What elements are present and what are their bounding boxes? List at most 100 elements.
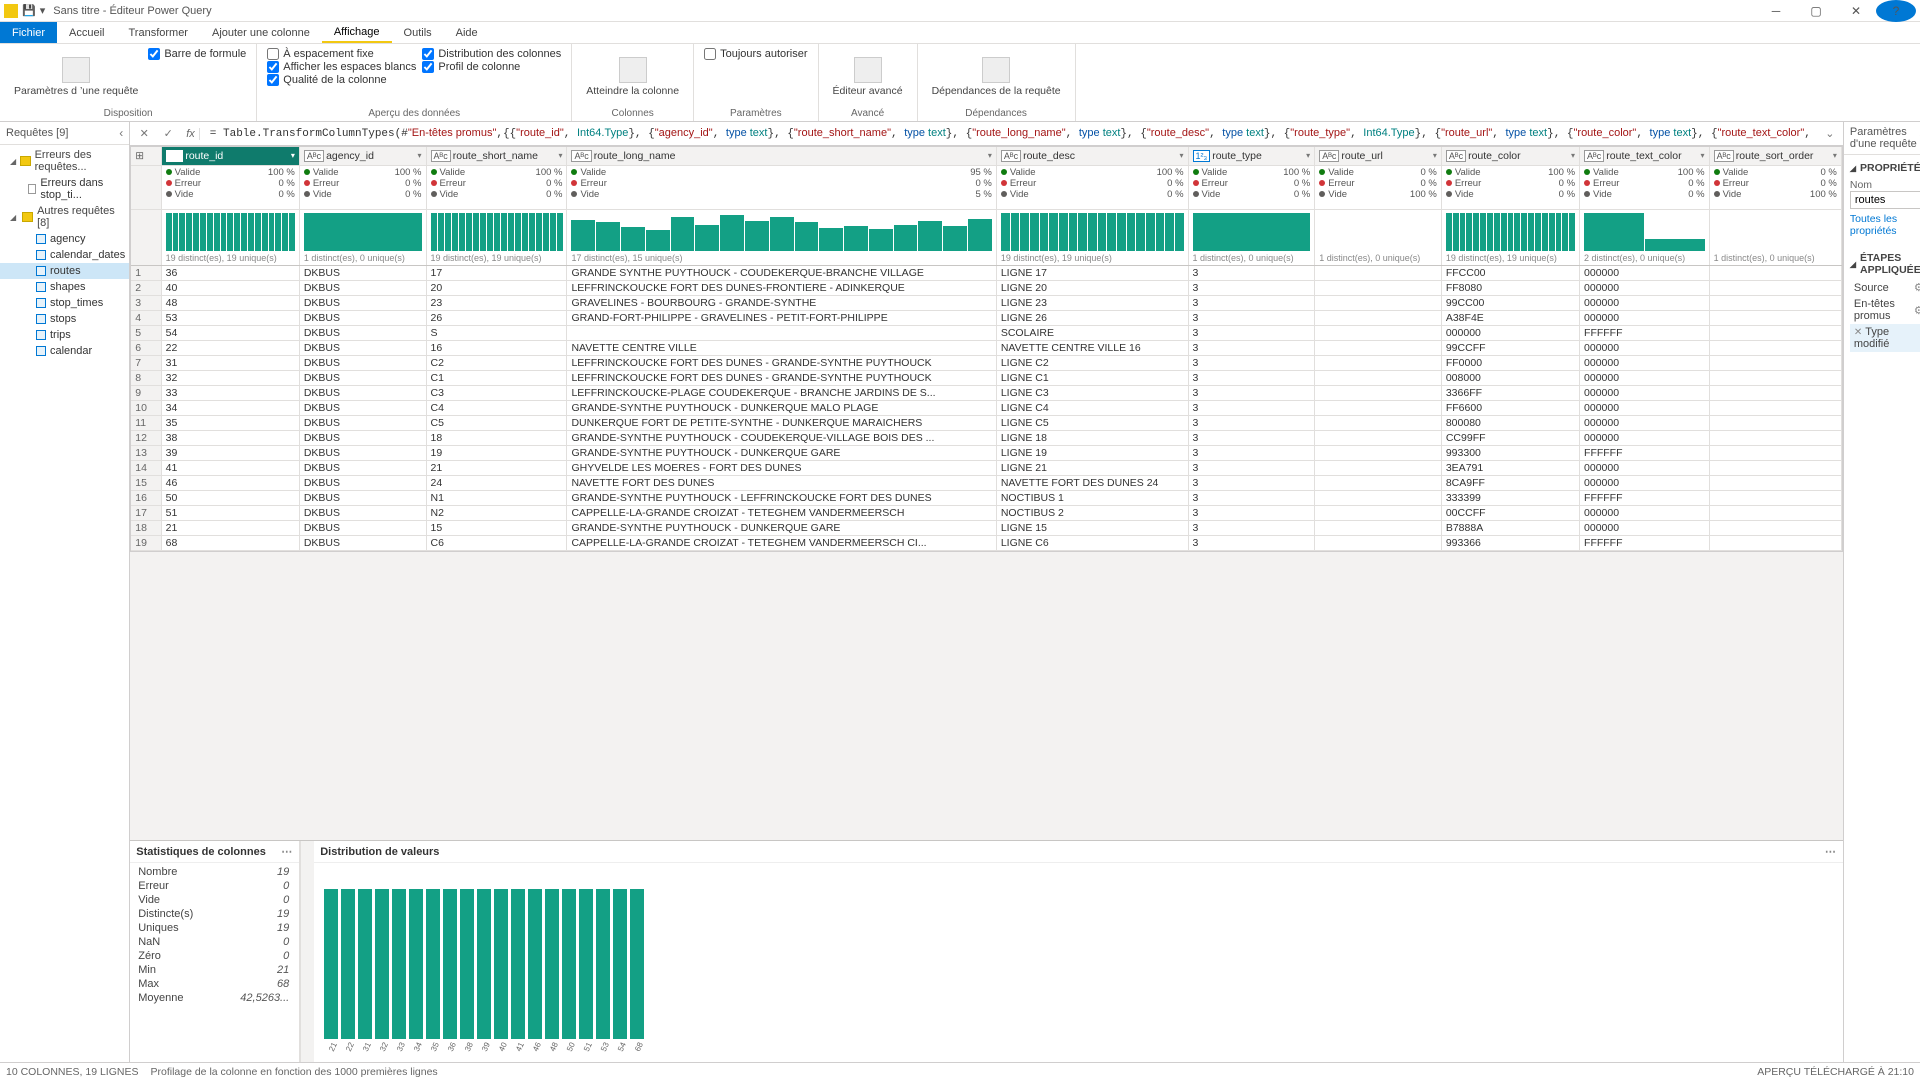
table-row[interactable]: 933DKBUSC3LEFFRINCKOUCKE-PLAGE COUDEKERQ… xyxy=(131,385,1841,400)
query-item-routes[interactable]: routes xyxy=(0,263,129,279)
distribution-cell: 17 distinct(es), 15 unique(s) xyxy=(567,209,996,265)
stats-scrollbar[interactable] xyxy=(300,841,314,1062)
cancel-formula-icon[interactable]: ✕ xyxy=(134,125,154,143)
monospace-checkbox[interactable]: À espacement fixe xyxy=(267,48,416,60)
qat-dropdown-icon[interactable]: ▾ xyxy=(40,4,46,17)
table-row[interactable]: 1339DKBUS19GRANDE-SYNTHE PUYTHOUCK - DUN… xyxy=(131,445,1841,460)
distribution-bar: 41 xyxy=(511,889,525,1058)
column-header-route_color[interactable]: Aᴮcroute_color▾ xyxy=(1441,147,1579,165)
table-row[interactable]: 1238DKBUS18GRANDE-SYNTHE PUYTHOUCK - COU… xyxy=(131,430,1841,445)
minimize-button[interactable]: ─ xyxy=(1756,0,1796,22)
distribution-cell: 1 distinct(es), 0 unique(s) xyxy=(1315,209,1442,265)
tab-accueil[interactable]: Accueil xyxy=(57,22,116,43)
table-row[interactable]: 1751DKBUSN2CAPPELLE-LA-GRANDE CROIZAT - … xyxy=(131,505,1841,520)
query-item-stops[interactable]: stops xyxy=(0,311,129,327)
save-icon[interactable]: 💾 xyxy=(22,4,36,17)
table-row[interactable]: 554DKBUSSSCOLAIRE3000000FFFFFF xyxy=(131,325,1841,340)
column-header-route_short_name[interactable]: Aᴮcroute_short_name▾ xyxy=(426,147,567,165)
query-settings-button[interactable]: Paramètres d ’une requête xyxy=(10,48,142,106)
data-grid[interactable]: ⊞1²₃route_id▾Aᴮcagency_id▾Aᴮcroute_short… xyxy=(130,146,1843,552)
table-row[interactable]: 453DKBUS26GRAND-FORT-PHILIPPE - GRAVELIN… xyxy=(131,310,1841,325)
table-corner[interactable]: ⊞ xyxy=(131,147,161,165)
queries-folder[interactable]: ◢Erreurs des requêtes... xyxy=(0,147,129,175)
queries-panel: Requêtes [9] ‹ ◢Erreurs des requêtes...E… xyxy=(0,122,130,1062)
whitespace-checkbox[interactable]: Afficher les espaces blancs xyxy=(267,61,416,73)
column-profile-checkbox[interactable]: Profil de colonne xyxy=(422,61,561,73)
distribution-menu-icon[interactable]: ⋯ xyxy=(1825,845,1837,858)
status-profiling[interactable]: Profilage de la colonne en fonction des … xyxy=(150,1066,437,1078)
distribution-bar: 68 xyxy=(630,889,644,1058)
advanced-editor-label: Éditeur avancé xyxy=(833,85,903,97)
column-header-route_url[interactable]: Aᴮcroute_url▾ xyxy=(1315,147,1442,165)
column-header-route_desc[interactable]: Aᴮcroute_desc▾ xyxy=(996,147,1188,165)
stat-row: Min21 xyxy=(130,963,299,977)
query-item-agency[interactable]: agency xyxy=(0,231,129,247)
distribution-cell: 1 distinct(es), 0 unique(s) xyxy=(299,209,426,265)
group-columns-label: Colonnes xyxy=(582,106,683,119)
queries-folder[interactable]: ◢Autres requêtes [8] xyxy=(0,203,129,231)
table-row[interactable]: 348DKBUS23GRAVELINES - BOURBOURG - GRAND… xyxy=(131,295,1841,310)
goto-column-button[interactable]: Atteindre la colonne xyxy=(582,48,683,106)
column-header-route_sort_order[interactable]: Aᴮcroute_sort_order▾ xyxy=(1709,147,1841,165)
expand-formula-icon[interactable]: ⌄ xyxy=(1821,127,1839,140)
help-icon[interactable]: ? xyxy=(1876,0,1916,22)
query-name-input[interactable] xyxy=(1850,191,1920,209)
table-row[interactable]: 240DKBUS20LEFFRINCKOUCKE FORT DES DUNES-… xyxy=(131,280,1841,295)
stat-row: Nombre19 xyxy=(130,865,299,879)
queries-header: Requêtes [9] ‹ xyxy=(0,122,129,145)
tab-ajouter-une-colonne[interactable]: Ajouter une colonne xyxy=(200,22,322,43)
table-row[interactable]: 832DKBUSC1LEFFRINCKOUCKE FORT DES DUNES … xyxy=(131,370,1841,385)
column-header-agency_id[interactable]: Aᴮcagency_id▾ xyxy=(299,147,426,165)
column-header-route_text_color[interactable]: Aᴮcroute_text_color▾ xyxy=(1580,147,1710,165)
stats-title: Statistiques de colonnes xyxy=(136,846,266,858)
always-allow-checkbox[interactable]: Toujours autoriser xyxy=(704,48,807,60)
queries-title: Requêtes [9] xyxy=(6,127,68,139)
distribution-bar: 50 xyxy=(562,889,576,1058)
stats-menu-icon[interactable]: ⋯ xyxy=(281,845,293,858)
table-row[interactable]: 136DKBUS17GRANDE SYNTHE PUYTHOUCK - COUD… xyxy=(131,265,1841,280)
table-row[interactable]: 1821DKBUS15GRANDE-SYNTHE PUYTHOUCK - DUN… xyxy=(131,520,1841,535)
query-item-calendar[interactable]: calendar xyxy=(0,343,129,359)
column-quality-checkbox[interactable]: Qualité de la colonne xyxy=(267,74,416,86)
tab-fichier[interactable]: Fichier xyxy=(0,22,57,43)
group-advanced-label: Avancé xyxy=(829,106,907,119)
column-header-route_long_name[interactable]: Aᴮcroute_long_name▾ xyxy=(567,147,996,165)
query-item-stop_times[interactable]: stop_times xyxy=(0,295,129,311)
table-row[interactable]: 731DKBUSC2LEFFRINCKOUCKE FORT DES DUNES … xyxy=(131,355,1841,370)
query-item-shapes[interactable]: shapes xyxy=(0,279,129,295)
table-row[interactable]: 1135DKBUSC5DUNKERQUE FORT DE PETITE-SYNT… xyxy=(131,415,1841,430)
maximize-button[interactable]: ▢ xyxy=(1796,0,1836,22)
distribution-cell: 2 distinct(es), 0 unique(s) xyxy=(1580,209,1710,265)
tab-transformer[interactable]: Transformer xyxy=(116,22,200,43)
all-properties-link[interactable]: Toutes les propriétés xyxy=(1850,209,1920,241)
table-row[interactable]: 1650DKBUSN1GRANDE-SYNTHE PUYTHOUCK - LEF… xyxy=(131,490,1841,505)
query-item-calendar_dates[interactable]: calendar_dates xyxy=(0,247,129,263)
collapse-queries-icon[interactable]: ‹ xyxy=(119,126,123,140)
applied-step[interactable]: En-têtes promus⚙ xyxy=(1850,296,1920,324)
query-item-trips[interactable]: trips xyxy=(0,327,129,343)
quality-cell: Valide100 %Erreur0 %Vide0 % xyxy=(426,165,567,209)
query-item-erreurs dans stop_ti...[interactable]: Erreurs dans stop_ti... xyxy=(0,175,129,203)
tab-outils[interactable]: Outils xyxy=(392,22,444,43)
advanced-editor-button[interactable]: Éditeur avancé xyxy=(829,48,907,106)
table-row[interactable]: 1034DKBUSC4GRANDE-SYNTHE PUYTHOUCK - DUN… xyxy=(131,400,1841,415)
table-row[interactable]: 1546DKBUS24NAVETTE FORT DES DUNESNAVETTE… xyxy=(131,475,1841,490)
table-row[interactable]: 1968DKBUSC6CAPPELLE-LA-GRANDE CROIZAT - … xyxy=(131,535,1841,550)
query-settings-label: Paramètres d ’une requête xyxy=(14,85,138,97)
applied-step[interactable]: Source⚙ xyxy=(1850,279,1920,296)
goto-column-label: Atteindre la colonne xyxy=(586,85,679,97)
column-distribution-checkbox[interactable]: Distribution des colonnes xyxy=(422,48,561,60)
stat-row: Zéro0 xyxy=(130,949,299,963)
tab-aide[interactable]: Aide xyxy=(444,22,490,43)
column-header-route_id[interactable]: 1²₃route_id▾ xyxy=(161,147,299,165)
applied-step[interactable]: ✕Type modifié xyxy=(1850,324,1920,352)
formula-text[interactable]: = Table.TransformColumnTypes(#"En-têtes … xyxy=(204,127,1817,140)
tab-affichage[interactable]: Affichage xyxy=(322,22,392,43)
query-dependencies-button[interactable]: Dépendances de la requête xyxy=(928,48,1065,106)
table-row[interactable]: 1441DKBUS21GHYVELDE LES MOERES - FORT DE… xyxy=(131,460,1841,475)
table-row[interactable]: 622DKBUS16NAVETTE CENTRE VILLENAVETTE CE… xyxy=(131,340,1841,355)
column-header-route_type[interactable]: 1²₃route_type▾ xyxy=(1188,147,1315,165)
formula-bar-checkbox[interactable]: Barre de formule xyxy=(148,48,246,60)
close-button[interactable]: ✕ xyxy=(1836,0,1876,22)
commit-formula-icon[interactable]: ✓ xyxy=(158,125,178,143)
